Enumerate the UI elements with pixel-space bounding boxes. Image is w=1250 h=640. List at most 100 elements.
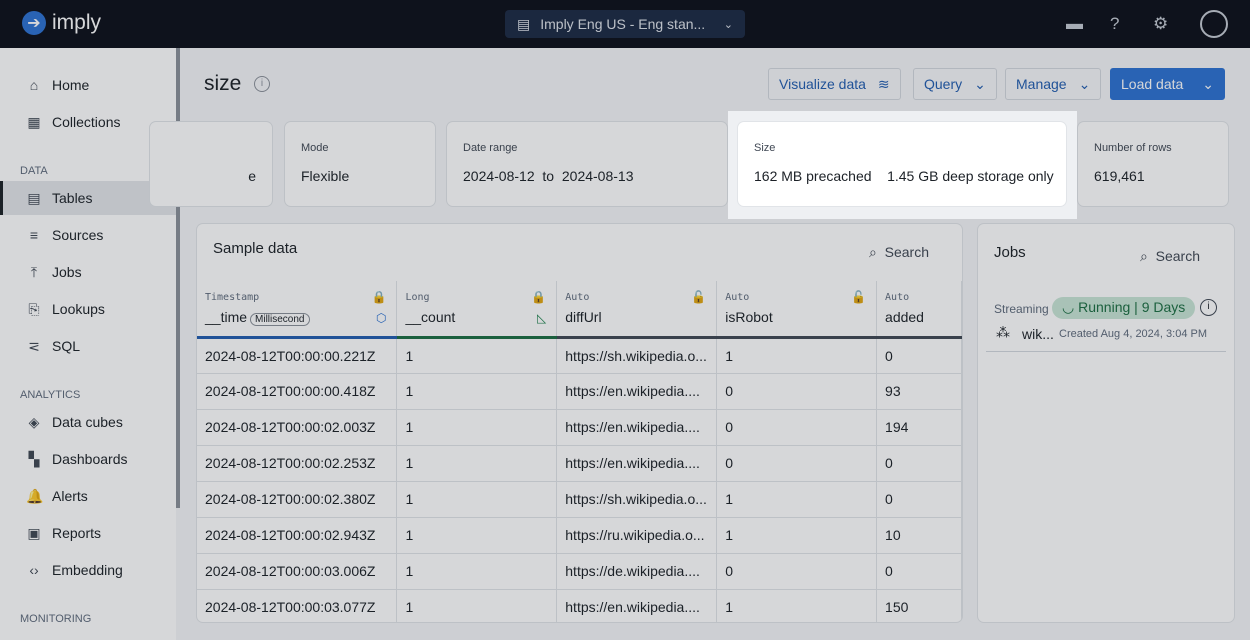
chat-icon[interactable]: ▬ <box>1066 14 1083 34</box>
logo-arrow-icon: ➔ <box>22 11 46 35</box>
table-cell: 1 <box>716 480 878 517</box>
info-icon[interactable]: i <box>1200 299 1217 316</box>
table-cell: 1 <box>396 336 558 373</box>
bell-icon: 🔔 <box>26 487 44 504</box>
chevron-down-icon: ⌄ <box>723 18 733 31</box>
gear-icon[interactable]: ⚙ <box>1153 14 1168 34</box>
table-row[interactable]: 2024-08-12T00:00:00.221Z 1 https://sh.wiki… <box>197 336 962 373</box>
sidebar-scrollbar[interactable] <box>176 48 180 508</box>
size-card: Size 162 MB precached 1.45 GB deep storag… <box>738 122 1066 206</box>
rows-card: Number of rows 619,461 <box>1078 122 1228 206</box>
logo[interactable]: ➔ imply <box>22 11 101 35</box>
table-cell: https://de.wikipedia.... <box>556 552 718 589</box>
grid-icon: ▦ <box>27 113 41 130</box>
table-cell: 1 <box>716 336 878 373</box>
sidebar-item-sql[interactable]: ⋜ SQL <box>0 329 176 363</box>
chart-line-icon: ≋ <box>877 75 890 92</box>
table-row[interactable]: 2024-08-12T00:00:03.077Z 1 https://en.wiki… <box>197 588 962 622</box>
panel-title: Sample data <box>213 240 298 257</box>
sidebar-item-embedding[interactable]: ‹› Embedding <box>0 553 176 587</box>
lock-icon: 🔒 <box>531 290 547 304</box>
kafka-icon: ⁂ <box>996 324 1010 340</box>
help-icon[interactable]: ? <box>1110 14 1119 34</box>
table-row[interactable]: 2024-08-12T00:00:03.006Z 1 https://de.wiki… <box>197 552 962 589</box>
table-cell: 0 <box>876 444 962 481</box>
table-cell: 10 <box>876 516 962 553</box>
lock-icon: 🔒 <box>371 290 387 304</box>
table-cell: https://ru.wikipedia.o... <box>556 516 718 553</box>
table-cell: 1 <box>716 588 878 622</box>
size-card-highlight: Size 162 MB precached 1.45 GB deep storag… <box>728 111 1077 219</box>
table-cell: 1 <box>396 516 558 553</box>
sidebar-item-reports[interactable]: ▣ Reports <box>0 516 176 550</box>
upload-icon: ⤒ <box>30 263 38 280</box>
table-cell: 2024-08-12T00:00:02.003Z <box>197 408 398 445</box>
sidebar-item-sources[interactable]: ≡ Sources <box>0 218 176 252</box>
table-row[interactable]: 2024-08-12T00:00:02.003Z 1 https://en.wiki… <box>197 408 962 445</box>
page-title: size <box>204 72 242 95</box>
status-badge: ◡ Running | 9 Days <box>1052 297 1196 319</box>
table-cell: 2024-08-12T00:00:03.077Z <box>197 588 398 622</box>
chevron-down-icon: ⌄ <box>1202 75 1214 92</box>
sidebar-section-title: MONITORING <box>20 613 92 625</box>
dashboard-icon: ▚ <box>28 450 40 467</box>
granularity-badge: Millisecond <box>250 313 310 326</box>
column-header[interactable]: Auto added <box>876 281 962 339</box>
table-cell: 2024-08-12T00:00:02.943Z <box>197 516 398 553</box>
measure-icon: ◺ <box>537 311 547 325</box>
visualize-data-button[interactable]: Visualize data ≋ <box>768 68 901 100</box>
manage-button[interactable]: Manage ⌄ <box>1005 68 1102 100</box>
date-range-card: Date range 2024-08-12 to 2024-08-13 <box>447 122 727 206</box>
column-header[interactable]: Long __count 🔒 ◺ <box>396 281 558 339</box>
report-icon: ▣ <box>27 524 41 541</box>
column-header[interactable]: Auto isRobot 🔓 <box>716 281 878 339</box>
column-header[interactable]: Timestamp __time Millisecond 🔒 ⬡ <box>197 281 398 339</box>
table-cell: 2024-08-12T00:00:02.380Z <box>197 480 398 517</box>
sidebar-item-dashboards[interactable]: ▚ Dashboards <box>0 442 176 476</box>
sidebar-item-jobs[interactable]: ⤒ Jobs <box>0 255 176 289</box>
load-data-button[interactable]: Load data ⌄ <box>1110 68 1225 100</box>
sidebar-item-lookups[interactable]: ⎘ Lookups <box>0 292 176 326</box>
table-row[interactable]: 2024-08-12T00:00:02.253Z 1 https://en.wiki… <box>197 444 962 481</box>
column-header[interactable]: Auto diffUrl 🔓 <box>556 281 718 339</box>
unlock-icon: 🔓 <box>851 290 867 304</box>
avatar[interactable] <box>1200 10 1228 38</box>
table-row[interactable]: 2024-08-12T00:00:02.943Z 1 https://ru.wiki… <box>197 516 962 553</box>
table-cell: 2024-08-12T00:00:00.221Z <box>197 336 398 373</box>
cube-icon: ⬡ <box>375 311 387 325</box>
server-icon: ▤ <box>517 15 531 32</box>
table-cell: 93 <box>876 372 962 409</box>
table-cell: 1 <box>396 408 558 445</box>
table-cell: 0 <box>876 552 962 589</box>
table-cell: https://en.wikipedia.... <box>556 408 718 445</box>
spinner-icon: ◡ <box>1062 299 1075 315</box>
sample-data-panel: Sample data ⌕ Search Timestamp __time Mill… <box>197 224 962 622</box>
chevron-down-icon: ⌄ <box>974 75 986 92</box>
table-cell: 1 <box>396 588 558 622</box>
job-item[interactable]: Streaming ◡ Running | 9 Days i ⁂ wik... … <box>986 296 1226 352</box>
table-cell: 0 <box>876 480 962 517</box>
search-icon: ⌕ <box>1140 248 1148 264</box>
table-cell: 2024-08-12T00:00:03.006Z <box>197 552 398 589</box>
table-cell: 194 <box>876 408 962 445</box>
environment-selector[interactable]: ▤ Imply Eng US - Eng stan... ⌄ <box>505 10 745 38</box>
table-cell: 0 <box>716 372 878 409</box>
table-cell: 1 <box>716 516 878 553</box>
table-row[interactable]: 2024-08-12T00:00:00.418Z 1 https://en.wiki… <box>197 372 962 409</box>
sidebar-item-alerts[interactable]: 🔔 Alerts <box>0 479 176 513</box>
jobs-search-button[interactable]: ⌕ Search <box>1140 248 1200 265</box>
database-icon: ≡ <box>29 227 39 243</box>
table-cell: 0 <box>716 408 878 445</box>
query-button[interactable]: Query ⌄ <box>913 68 997 100</box>
card-partial: e <box>150 122 272 206</box>
sidebar-section-title: ANALYTICS <box>20 389 81 401</box>
sample-search-button[interactable]: ⌕ Search <box>869 244 929 261</box>
info-icon[interactable]: i <box>254 76 270 92</box>
table-row[interactable]: 2024-08-12T00:00:02.380Z 1 https://sh.wiki… <box>197 480 962 517</box>
sidebar-item-data-cubes[interactable]: ◈ Data cubes <box>0 405 176 439</box>
sidebar-item-home[interactable]: ⌂ Home <box>0 68 176 102</box>
table-cell: 1 <box>396 552 558 589</box>
table-icon: ▤ <box>27 189 41 206</box>
unlock-icon: 🔓 <box>691 290 707 304</box>
table-cell: 1 <box>396 444 558 481</box>
